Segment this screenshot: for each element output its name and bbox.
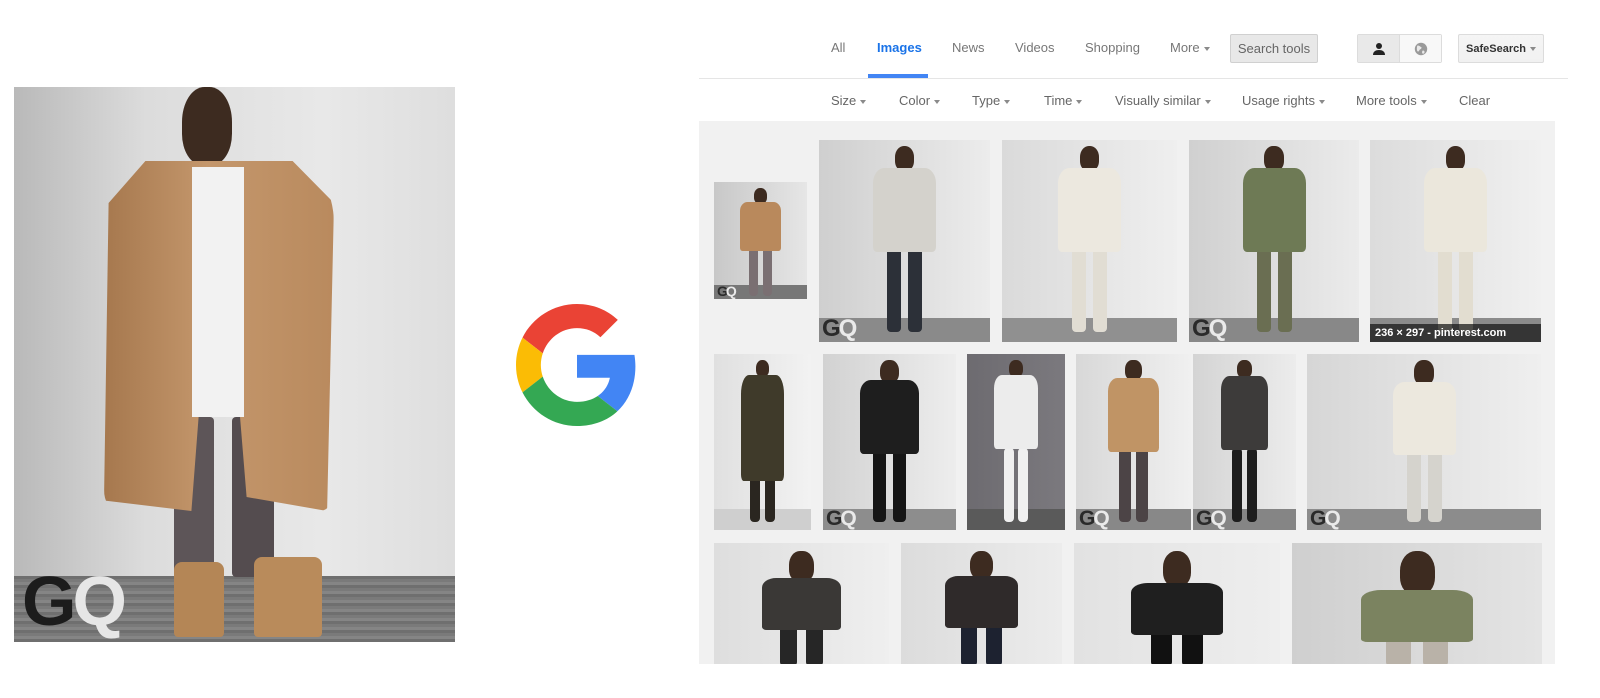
gq-watermark: GQ: [1196, 507, 1227, 530]
chevron-down-icon: [1420, 99, 1427, 104]
image-result-thumbnail[interactable]: [901, 543, 1062, 664]
image-result-thumbnail[interactable]: GQ: [823, 354, 956, 530]
image-result-thumbnail[interactable]: GQ: [819, 140, 990, 342]
image-grid: GQ GQ GQ 236 × 297 - pinterest.com GQ GQ GQ GQ: [699, 121, 1555, 664]
globe-icon: [1414, 42, 1427, 55]
public-results-button[interactable]: [1400, 35, 1441, 62]
gq-watermark: GQ: [1079, 507, 1110, 530]
results-scope-toggle: [1357, 34, 1442, 63]
tab-images[interactable]: Images: [877, 40, 922, 55]
image-results-panel: All Images News Videos Shopping More Sea…: [699, 0, 1600, 698]
person-figure: [737, 188, 784, 297]
tool-size[interactable]: Size: [831, 93, 867, 108]
person-figure: [856, 360, 923, 528]
person-figure: [1421, 146, 1491, 340]
safesearch-button[interactable]: SafeSearch: [1458, 34, 1544, 63]
gq-watermark: GQ: [822, 315, 857, 342]
person-figure: [1239, 146, 1309, 340]
person-figure: [738, 360, 787, 528]
image-result-thumbnail[interactable]: GQ: [1193, 354, 1296, 530]
chevron-down-icon: [1076, 99, 1083, 104]
tool-clear[interactable]: Clear: [1459, 93, 1490, 108]
image-result-thumbnail[interactable]: [714, 543, 889, 664]
active-tab-indicator: [868, 74, 928, 78]
chevron-down-icon: [1004, 99, 1011, 104]
person-figure: [941, 551, 1022, 664]
tab-all[interactable]: All: [831, 40, 845, 55]
chevron-down-icon: [1318, 99, 1325, 104]
gq-watermark: GQ: [1192, 315, 1227, 342]
tool-visually-similar[interactable]: Visually similar: [1115, 93, 1211, 108]
chevron-down-icon: [1529, 46, 1536, 51]
chevron-down-icon: [860, 99, 867, 104]
google-g-logo-icon: [516, 304, 636, 426]
image-result-thumbnail[interactable]: [1292, 543, 1542, 664]
tool-time[interactable]: Time: [1044, 93, 1083, 108]
image-result-thumbnail[interactable]: [714, 354, 811, 530]
person-figure: [870, 146, 940, 340]
image-result-thumbnail[interactable]: GQ: [1307, 354, 1541, 530]
person-figure: [992, 360, 1041, 528]
image-result-thumbnail[interactable]: 236 × 297 - pinterest.com: [1370, 140, 1541, 342]
tab-videos[interactable]: Videos: [1015, 40, 1055, 55]
tool-type[interactable]: Type: [972, 93, 1011, 108]
gq-watermark: GQ: [1310, 507, 1341, 530]
tool-more-tools[interactable]: More tools: [1356, 93, 1427, 108]
chevron-down-icon: [1203, 46, 1210, 51]
image-result-thumbnail[interactable]: GQ: [714, 182, 807, 299]
query-image: GQ: [14, 87, 455, 642]
image-result-thumbnail[interactable]: [1074, 543, 1280, 664]
person-figure: [1055, 146, 1125, 340]
personal-results-button[interactable]: [1358, 35, 1400, 62]
image-result-thumbnail[interactable]: GQ: [1076, 354, 1191, 530]
gq-watermark: GQ: [826, 507, 857, 530]
thumbnail-caption: 236 × 297 - pinterest.com: [1370, 324, 1541, 342]
tab-more[interactable]: More: [1170, 40, 1210, 55]
tool-usage-rights[interactable]: Usage rights: [1242, 93, 1325, 108]
person-figure: [1105, 360, 1163, 528]
gq-watermark: GQ: [22, 562, 127, 640]
person-figure: [1389, 360, 1459, 528]
person-figure: [1219, 360, 1271, 528]
image-result-thumbnail[interactable]: [967, 354, 1065, 530]
gq-watermark: GQ: [717, 283, 737, 299]
search-tools-button[interactable]: Search tools: [1230, 34, 1318, 63]
person-figure: [104, 87, 354, 642]
image-result-thumbnail[interactable]: GQ: [1189, 140, 1359, 342]
tool-color[interactable]: Color: [899, 93, 941, 108]
person-figure: [1355, 551, 1480, 664]
tab-shopping[interactable]: Shopping: [1085, 40, 1140, 55]
image-result-thumbnail[interactable]: [1002, 140, 1177, 342]
chevron-down-icon: [934, 99, 941, 104]
person-figure: [758, 551, 846, 664]
person-icon: [1372, 42, 1385, 55]
tab-news[interactable]: News: [952, 40, 985, 55]
person-figure: [1126, 551, 1229, 664]
chevron-down-icon: [1204, 99, 1211, 104]
search-nav: All Images News Videos Shopping More Sea…: [699, 0, 1568, 79]
search-tools-bar: Size Color Type Time Visually similar Us…: [699, 80, 1568, 121]
